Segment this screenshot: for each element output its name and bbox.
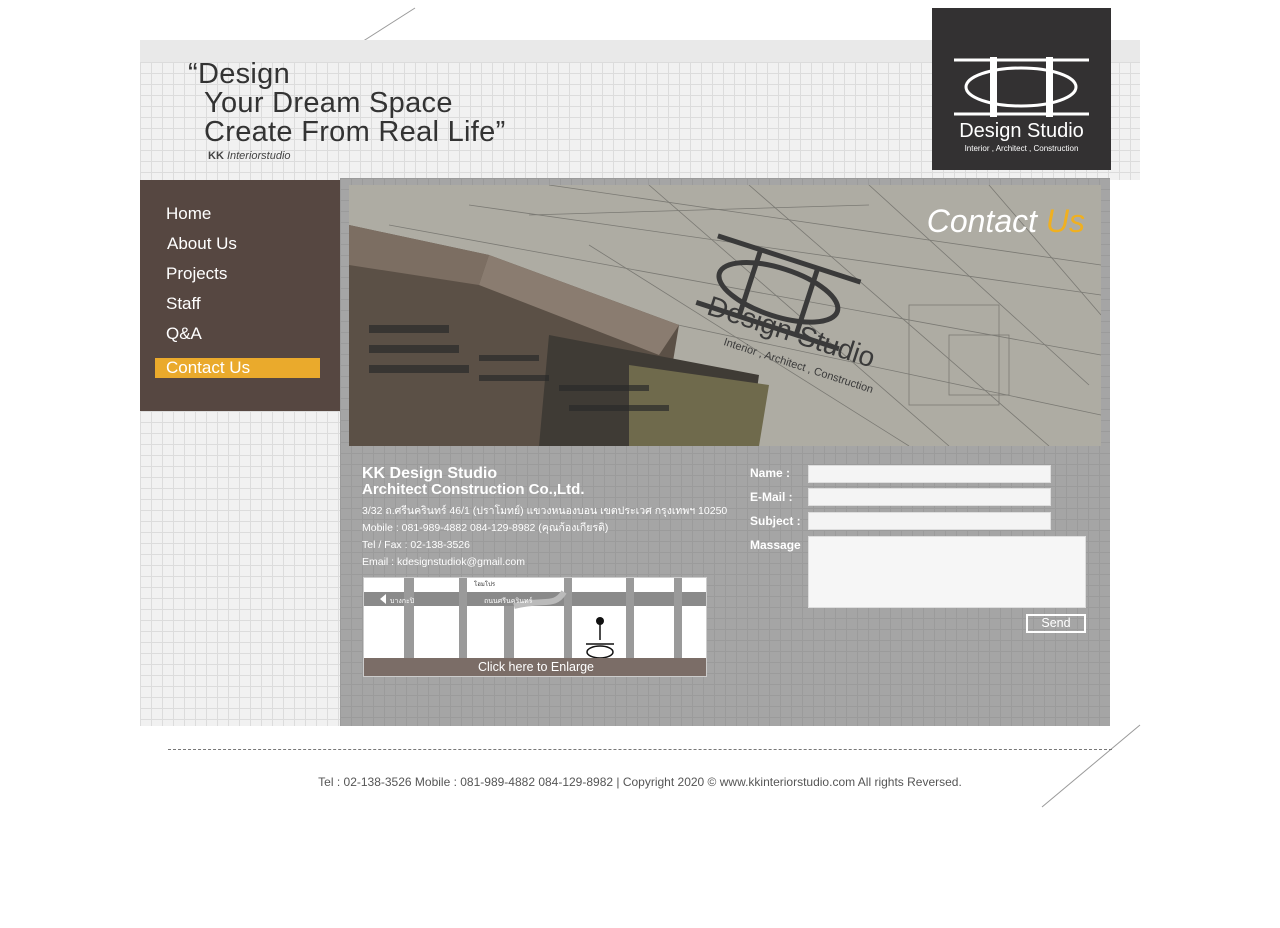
logo-tagline: Interior , Architect , Construction	[964, 144, 1079, 153]
map-landmark-label: โฮมโปร	[474, 580, 496, 588]
slogan-line-3: Create From Real Life”	[204, 116, 506, 148]
footer-divider	[168, 749, 1112, 750]
email-label: E-Mail :	[750, 490, 793, 504]
send-button[interactable]: Send	[1026, 614, 1086, 633]
logo-name: Design Studio	[959, 120, 1084, 142]
sidebar: Home About Us Projects Staff Q&A Contact…	[140, 180, 340, 726]
company-legal-name: Architect Construction Co.,Ltd.	[362, 481, 585, 498]
nav-projects[interactable]: Projects	[166, 264, 227, 284]
company-info: KK Design Studio Architect Construction …	[362, 466, 727, 571]
banner-title-main: Contact	[926, 203, 1046, 239]
nav-home[interactable]: Home	[166, 204, 211, 224]
name-input[interactable]	[808, 465, 1051, 483]
company-email[interactable]: Email : kdesignstudiok@gmail.com	[362, 554, 727, 571]
nav-staff[interactable]: Staff	[166, 294, 201, 314]
main-nav: Home About Us Projects Staff Q&A Contact…	[140, 180, 340, 411]
company-address: 3/32 ถ.ศรีนครินทร์ 46/1 (ปราโมทย์) แขวงห…	[362, 505, 728, 517]
company-name: KK Design Studio	[362, 465, 498, 482]
slogan-brand: KK Interiorstudio	[208, 150, 506, 162]
nav-contact-us[interactable]: Contact Us	[155, 358, 320, 378]
slogan-brand-kk: KK	[208, 150, 224, 162]
map-road-label: ถนนศรีนครินทร์	[484, 597, 533, 605]
company-telfax: Tel / Fax : 02-138-3526	[362, 539, 470, 551]
main-content: Design Studio Interior , Architect , Con…	[340, 178, 1110, 726]
banner-title: Contact Us	[927, 203, 1085, 240]
subject-label: Subject :	[750, 514, 801, 528]
slogan-line-2: Your Dream Space	[204, 87, 453, 119]
map-direction-label: บางกะปิ	[390, 597, 415, 605]
subject-input[interactable]	[808, 512, 1051, 530]
email-input[interactable]	[808, 488, 1051, 506]
nav-qa[interactable]: Q&A	[166, 324, 202, 344]
banner-image: Design Studio Interior , Architect , Con…	[349, 185, 1101, 446]
map-drawing: ถนนศรีนครินทร์ บางกะปิ โฮมโปร	[364, 578, 706, 660]
banner-title-highlight: Us	[1045, 203, 1085, 239]
message-textarea[interactable]	[808, 536, 1086, 608]
slogan-line-1: “Design	[188, 58, 291, 90]
footer-text: Tel : 02-138-3526 Mobile : 081-989-4882 …	[318, 775, 962, 789]
logo-mark-icon	[954, 57, 1089, 117]
slogan: “Design Your Dream Space Create From Rea…	[188, 58, 506, 163]
company-mobile: Mobile : 081-989-4882 084-129-8982 (คุณก…	[362, 522, 609, 534]
name-label: Name :	[750, 466, 791, 480]
nav-about-us[interactable]: About Us	[167, 234, 237, 254]
message-label: Massage	[750, 538, 801, 552]
map-enlarge-link[interactable]: Click here to Enlarge	[364, 658, 706, 676]
logo[interactable]: Design Studio Interior , Architect , Con…	[932, 8, 1111, 170]
slogan-brand-rest: Interiorstudio	[223, 150, 291, 162]
location-map[interactable]: ถนนศรีนครินทร์ บางกะปิ โฮมโปร Click here…	[363, 577, 707, 677]
